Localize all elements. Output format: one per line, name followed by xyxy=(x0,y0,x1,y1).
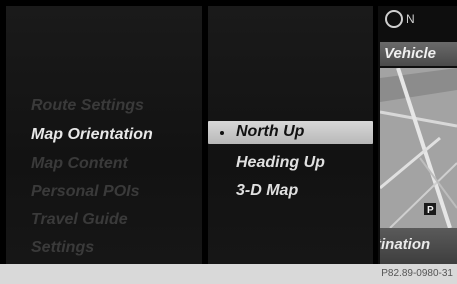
orientation-option-north-up[interactable]: North Up xyxy=(208,121,373,144)
map-roads: P xyxy=(380,68,457,228)
compass-icon[interactable] xyxy=(385,10,403,28)
vehicle-label: Vehicle xyxy=(384,45,436,62)
vehicle-menu-button[interactable]: Vehicle xyxy=(380,42,457,66)
destination-label: tination xyxy=(380,236,431,253)
destination-button[interactable]: tination xyxy=(380,228,457,264)
comand-display: Route Settings Map Orientation Map Conte… xyxy=(0,0,457,284)
menu-item-travel-guide[interactable]: Travel Guide xyxy=(31,211,128,229)
orientation-option-label: North Up xyxy=(236,123,305,140)
menu-item-map-orientation[interactable]: Map Orientation xyxy=(31,126,153,144)
orientation-option-heading-up[interactable]: Heading Up xyxy=(236,154,325,172)
image-code: P82.89-0980-31 xyxy=(381,268,453,279)
menu-item-settings[interactable]: Settings xyxy=(31,239,94,257)
parking-marker-icon: P xyxy=(427,205,434,216)
compass-north-label: N xyxy=(406,12,415,26)
menu-item-map-content[interactable]: Map Content xyxy=(31,155,128,173)
map-view[interactable]: P xyxy=(380,68,457,228)
selected-dot-icon xyxy=(220,131,224,135)
footer-strip: P82.89-0980-31 xyxy=(0,264,457,284)
orientation-option-3d-map[interactable]: 3-D Map xyxy=(236,182,298,200)
menu-item-route-settings[interactable]: Route Settings xyxy=(31,97,144,115)
menu-item-personal-pois[interactable]: Personal POIs xyxy=(31,183,140,201)
